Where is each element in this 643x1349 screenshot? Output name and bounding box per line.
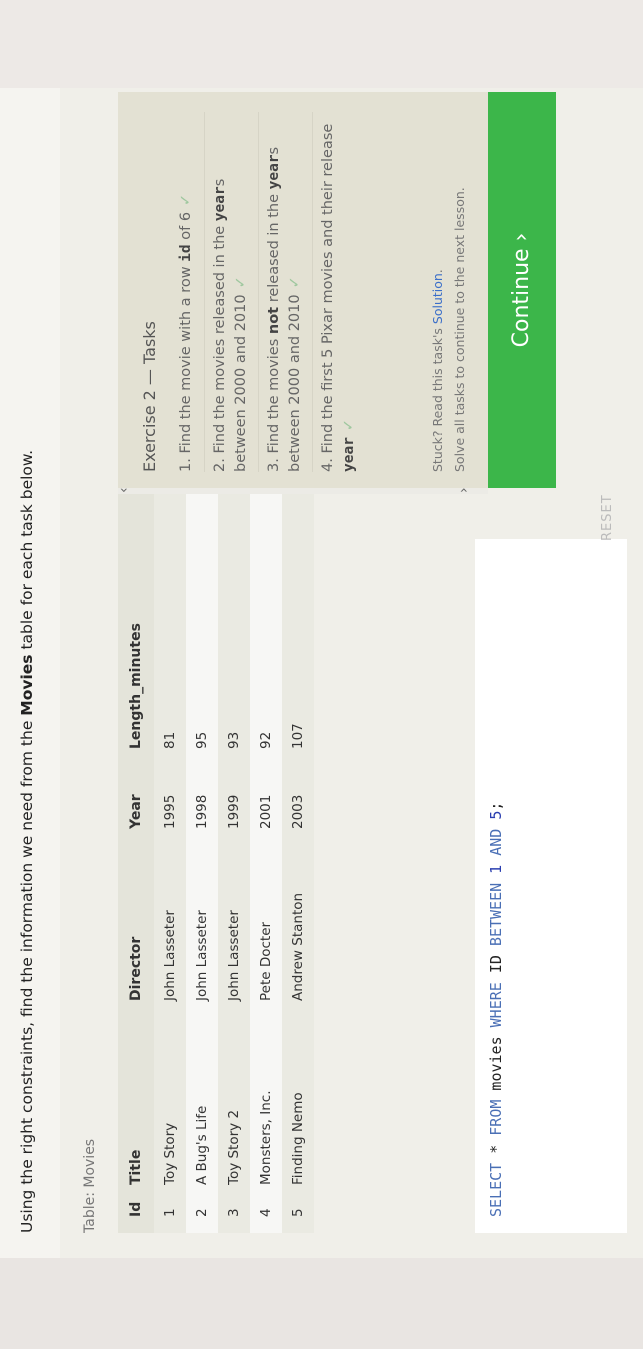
task-divider: [258, 112, 259, 472]
table-cell: 92: [258, 731, 274, 749]
tasks-title: Exercise 2 — Tasks: [140, 321, 159, 472]
table-cell: Toy Story: [162, 1122, 178, 1185]
table-cell: 1995: [162, 794, 178, 829]
solution-link[interactable]: Solution: [430, 273, 445, 324]
table-cell: 93: [226, 731, 242, 749]
table-cell: 81: [162, 731, 178, 749]
column-header: Length_minutes: [128, 623, 144, 749]
column-header: Id: [128, 1201, 144, 1217]
scroll-right-icon[interactable]: ›: [456, 487, 472, 493]
table-cell: A Bug's Life: [194, 1105, 210, 1185]
task-divider: [312, 112, 313, 472]
task-item-1: 1. Find the movie with a row id of 6✓: [178, 193, 194, 472]
table-cell: Toy Story 2: [226, 1109, 242, 1185]
table-cell: John Lasseter: [226, 910, 242, 1001]
table-row: 1 Toy Story John Lasseter 1995 81: [154, 488, 186, 1233]
continue-button[interactable]: Continue ›: [488, 92, 556, 488]
table-cell: Pete Docter: [258, 921, 274, 1001]
table-header: Id Title Director Year Length_minutes: [118, 488, 154, 1233]
table-cell: 2003: [290, 794, 306, 829]
table-caption: Table: Movies: [82, 1138, 98, 1233]
table-cell: John Lasseter: [162, 910, 178, 1001]
table-cell: 2001: [258, 794, 274, 829]
table-cell: 107: [290, 723, 306, 749]
table-cell: 1: [162, 1208, 178, 1217]
sql-query[interactable]: SELECT * FROM movies WHERE ID BETWEEN 1 …: [487, 802, 505, 1217]
table-cell: 1999: [226, 794, 242, 829]
scroll-left-icon[interactable]: ‹: [116, 487, 132, 493]
table-row: 4 Monsters, Inc. Pete Docter 2001 92: [250, 488, 282, 1233]
instruction-text: Using the right constraints, find the in…: [18, 449, 36, 1233]
table-cell: 5: [290, 1208, 306, 1217]
table-row: 5 Finding Nemo Andrew Stanton 2003 107: [282, 488, 314, 1233]
sql-editor[interactable]: SELECT * FROM movies WHERE ID BETWEEN 1 …: [475, 539, 627, 1233]
check-icon: ✓: [287, 276, 303, 289]
table-cell: Monsters, Inc.: [258, 1090, 274, 1185]
reset-button[interactable]: RESET: [600, 494, 615, 541]
table-cell: 4: [258, 1208, 274, 1217]
solve-all-hint: Solve all tasks to continue to the next …: [452, 187, 467, 472]
check-icon: ✓: [178, 193, 194, 206]
lesson-content: Using the right constraints, find the in…: [0, 0, 643, 1349]
task-item-4: 4. Find the first 5 Pixar movies and the…: [320, 123, 357, 472]
table-row: 3 Toy Story 2 John Lasseter 1999 93: [218, 488, 250, 1233]
table-row: 2 A Bug's Life John Lasseter 1998 95: [186, 488, 218, 1233]
task-item-2: 2. Find the movies released in the years…: [212, 178, 249, 472]
table-cell: 2: [194, 1208, 210, 1217]
tasks-panel: Exercise 2 — Tasks 1. Find the movie wit…: [118, 92, 488, 488]
check-icon: ✓: [341, 418, 357, 432]
column-header: Director: [128, 936, 144, 1001]
stuck-hint: Stuck? Read this task's Solution.: [430, 269, 445, 472]
task-item-3: 3. Find the movies not released in the y…: [266, 146, 303, 472]
column-header: Title: [128, 1149, 144, 1185]
table-cell: Andrew Stanton: [290, 892, 306, 1001]
column-header: Year: [128, 794, 144, 829]
movies-table: Id Title Director Year Length_minutes 1 …: [118, 488, 314, 1233]
task-divider: [204, 112, 205, 472]
table-cell: 1998: [194, 794, 210, 829]
instruction-table-name: Movies: [18, 654, 36, 716]
check-icon: ✓: [233, 276, 249, 289]
table-cell: John Lasseter: [194, 910, 210, 1001]
table-cell: 3: [226, 1208, 242, 1217]
table-cell: 95: [194, 731, 210, 749]
table-cell: Finding Nemo: [290, 1092, 306, 1185]
